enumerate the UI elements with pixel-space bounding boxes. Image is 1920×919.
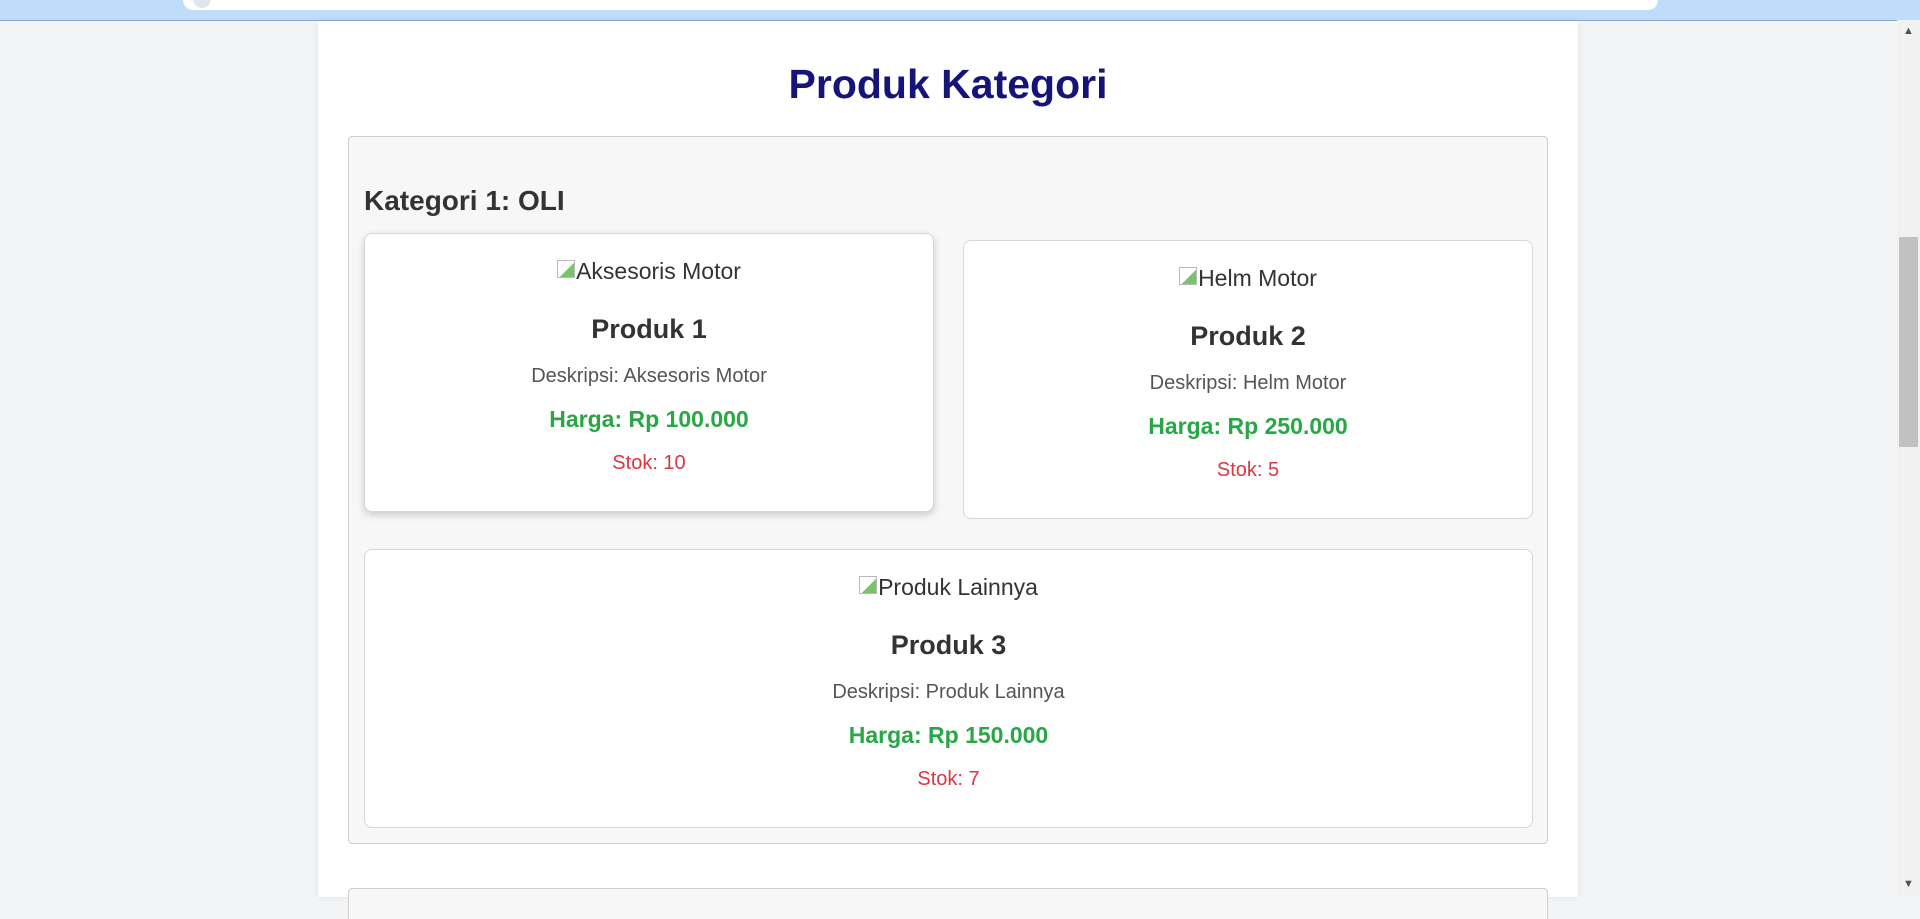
product-card[interactable]: Aksesoris Motor Produk 1 Deskripsi: Akse… (364, 233, 934, 512)
site-info-icon[interactable] (193, 0, 211, 8)
product-image: Produk Lainnya (365, 574, 1532, 601)
category-section: Kategori 1: OLI Aksesoris Motor Produk 1… (348, 136, 1548, 844)
browser-toolbar (0, 0, 1920, 21)
product-price: Harga: Rp 150.000 (848, 722, 1049, 748)
scrollbar-thumb[interactable] (1899, 237, 1918, 447)
product-price: Harga: Rp 250.000 (1148, 413, 1348, 439)
product-image-alt: Helm Motor (1198, 265, 1317, 291)
product-image-alt: Aksesoris Motor (576, 258, 741, 284)
product-image: Aksesoris Motor (365, 258, 933, 285)
product-name: Produk 2 (1190, 321, 1306, 351)
product-card[interactable]: Produk Lainnya Produk 3 Deskripsi: Produ… (364, 549, 1533, 828)
next-category-section (348, 888, 1548, 919)
product-stock: Stok: 7 (917, 768, 980, 790)
broken-image-icon (859, 576, 878, 594)
product-image-alt: Produk Lainnya (878, 574, 1038, 600)
product-description: Deskripsi: Produk Lainnya (832, 681, 1065, 703)
product-name: Produk 1 (591, 314, 707, 344)
broken-image-icon (557, 260, 576, 278)
address-bar[interactable] (183, 0, 1658, 10)
scroll-up-arrow-icon[interactable]: ▲ (1897, 22, 1920, 40)
product-price: Harga: Rp 100.000 (549, 406, 749, 432)
page-container: Produk Kategori Kategori 1: OLI Aksesori… (318, 21, 1578, 919)
product-stock: Stok: 10 (612, 452, 686, 474)
scroll-down-arrow-icon[interactable]: ▼ (1897, 875, 1920, 893)
vertical-scrollbar[interactable]: ▲ ▼ (1897, 20, 1920, 897)
page-title: Produk Kategori (788, 61, 1108, 107)
product-description: Deskripsi: Helm Motor (1149, 372, 1347, 394)
product-description: Deskripsi: Aksesoris Motor (531, 365, 767, 387)
product-stock: Stok: 5 (1216, 459, 1280, 481)
broken-image-icon (1179, 267, 1198, 285)
product-name: Produk 3 (890, 630, 1007, 660)
category-heading: Kategori 1: OLI (364, 185, 565, 216)
product-image: Helm Motor (964, 265, 1532, 292)
product-card[interactable]: Helm Motor Produk 2 Deskripsi: Helm Moto… (963, 240, 1533, 519)
